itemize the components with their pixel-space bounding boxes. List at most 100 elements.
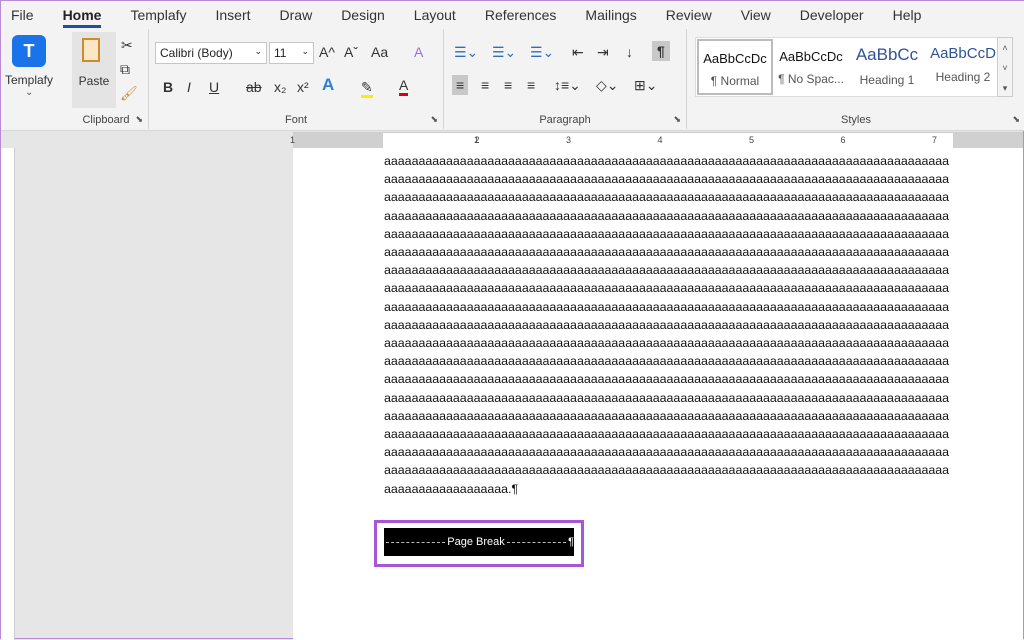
- ribbon: T Templafy ⌄ Paste ✂ ⧉ 🖌 Clipboard ⬊ Cal…: [1, 29, 1024, 131]
- bullets-icon[interactable]: ☰⌄: [454, 44, 478, 60]
- tab-layout[interactable]: Layout: [414, 7, 456, 23]
- decrease-indent-icon[interactable]: ⇤: [572, 44, 584, 60]
- shading-icon[interactable]: ◇⌄: [596, 77, 619, 93]
- style-item[interactable]: AaBbCcDc ¶ No Spac...: [773, 39, 849, 95]
- dialog-launcher-icon[interactable]: ⬊: [1012, 114, 1020, 125]
- tab-design[interactable]: Design: [341, 7, 385, 23]
- templafy-group[interactable]: T Templafy ⌄: [1, 29, 63, 129]
- bold-button[interactable]: B: [163, 79, 173, 95]
- increase-indent-icon[interactable]: ⇥: [597, 44, 609, 60]
- style-item[interactable]: AaBbCc Heading 1: [849, 39, 925, 95]
- clipboard-group: Paste ✂ ⧉ 🖌 Clipboard ⬊: [64, 29, 149, 129]
- font-size-dropdown[interactable]: 11 ⌄: [269, 42, 314, 64]
- tab-review[interactable]: Review: [666, 7, 712, 23]
- highlight-icon[interactable]: ✎: [361, 79, 373, 98]
- paragraph-mark: ¶: [568, 536, 574, 548]
- paragraph-group-label: Paragraph: [539, 114, 591, 126]
- align-center-icon[interactable]: ≡: [481, 77, 489, 93]
- text-line: aaaaaaaaaaaaaaaaaaaaaaaaaaaaaaaaaaaaaaaa…: [384, 172, 950, 187]
- styles-group: AaBbCcDc ¶ Normal AaBbCcDc ¶ No Spac... AaBb…: [687, 29, 1024, 129]
- justify-icon[interactable]: ≡: [527, 77, 535, 93]
- font-size-value: 11: [274, 46, 287, 60]
- clear-formatting-icon[interactable]: A: [414, 44, 423, 60]
- menu-bar: File Home Templafy Insert Draw Design Layout Re…: [1, 1, 1024, 29]
- text-line: aaaaaaaaaaaaaaaaaaaaaaaaaaaaaaaaaaaaaaaa…: [384, 317, 950, 332]
- style-item[interactable]: AaBbCcD Heading 2: [925, 39, 1001, 95]
- paste-button[interactable]: Paste: [72, 32, 116, 108]
- tab-mailings[interactable]: Mailings: [585, 7, 636, 23]
- line-spacing-icon[interactable]: ↕≡⌄: [554, 77, 581, 93]
- text-line: aaaaaaaaaaaaaaaaaaaaaaaaaaaaaaaaaaaaaaaa…: [384, 299, 950, 314]
- page-break-label: Page Break: [447, 536, 505, 548]
- tab-view[interactable]: View: [741, 7, 771, 23]
- italic-button[interactable]: I: [187, 79, 191, 95]
- text-line: aaaaaaaaaaaaaaaaaaaaaaaaaaaaaaaaaaaaaaaa…: [384, 463, 950, 478]
- document-text[interactable]: aaaaaaaaaaaaaaaaaaaaaaaaaaaaaaaaaaaaaaaa…: [384, 152, 949, 498]
- show-formatting-button[interactable]: ¶: [652, 41, 670, 61]
- text-line: aaaaaaaaaaaaaaaaaaaaaaaaaaaaaaaaaaaaaaaa…: [384, 372, 950, 387]
- style-preview: AaBbCcDc: [703, 51, 767, 66]
- change-case-icon[interactable]: Aa: [371, 44, 388, 60]
- text-effects-icon[interactable]: A: [322, 76, 334, 93]
- strikethrough-button[interactable]: ab: [246, 79, 262, 95]
- paragraph-group: ☰⌄ ☰⌄ ☰⌄ ⇤ ⇥ ↓ ¶ ≡ ≡ ≡ ≡ ↕≡⌄ ◇⌄ ⊞⌄ Parag…: [444, 29, 687, 129]
- font-color-icon[interactable]: A: [399, 77, 409, 96]
- horizontal-ruler[interactable]: 11234567: [290, 132, 1023, 148]
- dialog-launcher-icon[interactable]: ⬊: [430, 114, 438, 125]
- grow-font-icon[interactable]: A^: [319, 44, 335, 60]
- copy-icon[interactable]: ⧉: [120, 61, 130, 77]
- ruler-label: 5: [749, 135, 755, 145]
- text-line: aaaaaaaaaaaaaaaaaaaaaaaaaaaaaaaaaaaaaaaa…: [384, 427, 950, 442]
- align-right-icon[interactable]: ≡: [504, 77, 512, 93]
- tab-templafy[interactable]: Templafy: [130, 7, 186, 23]
- document-page[interactable]: aaaaaaaaaaaaaaaaaaaaaaaaaaaaaaaaaaaaaaaa…: [293, 148, 1023, 640]
- format-painter-icon[interactable]: 🖌: [120, 85, 138, 101]
- subscript-button[interactable]: x₂: [274, 79, 286, 95]
- tab-references[interactable]: References: [485, 7, 557, 23]
- multilevel-list-icon[interactable]: ☰⌄: [530, 44, 554, 60]
- tab-developer[interactable]: Developer: [800, 7, 864, 23]
- tab-draw[interactable]: Draw: [280, 7, 313, 23]
- text-line: aaaaaaaaaaaaaaaaaaaaaaaaaaaaaaaaaaaaaaaa…: [384, 208, 950, 223]
- shrink-font-icon[interactable]: Aˇ: [344, 44, 358, 60]
- templafy-logo-icon: T: [12, 35, 46, 67]
- ruler-label: 7: [932, 135, 938, 145]
- text-line: aaaaaaaaaaaaaaaaaaaaaaaaaaaaaaaaaaaaaaaa…: [384, 263, 950, 278]
- page-break-highlight: Page Break ¶: [374, 520, 584, 567]
- align-left-icon[interactable]: ≡: [452, 75, 469, 95]
- dialog-launcher-icon[interactable]: ⬊: [673, 114, 681, 125]
- tab-home[interactable]: Home: [62, 7, 101, 28]
- text-line: aaaaaaaaaaaaaaaaaaaaaaaaaaaaaaaaaaaaaaaa…: [384, 190, 950, 205]
- style-preview: AaBbCcDc: [779, 49, 843, 64]
- style-preview: AaBbCc: [855, 45, 919, 64]
- font-name-dropdown[interactable]: Calibri (Body) ⌄: [155, 42, 267, 64]
- dialog-launcher-icon[interactable]: ⬊: [135, 114, 143, 125]
- text-line: aaaaaaaaaaaaaaaaaaaaaaaaaaaaaaaaaaaaaaaa…: [384, 336, 950, 351]
- chevron-down-icon: ⌄: [25, 87, 34, 98]
- numbering-icon[interactable]: ☰⌄: [492, 44, 516, 60]
- borders-icon[interactable]: ⊞⌄: [634, 77, 657, 93]
- tab-help[interactable]: Help: [893, 7, 922, 23]
- templafy-label: Templafy: [4, 73, 54, 87]
- tab-file[interactable]: File: [11, 7, 34, 23]
- style-name: ¶ Normal: [710, 74, 760, 88]
- cut-icon[interactable]: ✂: [121, 37, 133, 53]
- ruler-label: 2: [474, 135, 480, 145]
- ruler-label: 4: [657, 135, 663, 145]
- superscript-button[interactable]: x²: [297, 79, 309, 95]
- ruler-label: 1: [290, 135, 296, 145]
- style-name: Heading 1: [859, 73, 915, 87]
- underline-button[interactable]: U: [209, 79, 219, 95]
- tab-insert[interactable]: Insert: [216, 7, 251, 23]
- ruler-label: 3: [566, 135, 572, 145]
- styles-scroll[interactable]: ˄ ˅ ▾: [997, 37, 1013, 97]
- font-name-value: Calibri (Body): [160, 46, 233, 60]
- vertical-ruler[interactable]: [1, 148, 15, 640]
- page-break[interactable]: Page Break ¶: [384, 528, 574, 556]
- sort-icon[interactable]: ↓: [626, 44, 633, 60]
- text-line: aaaaaaaaaaaaaaaaaaaaaaaaaaaaaaaaaaaaaaaa…: [384, 154, 950, 168]
- paste-label: Paste: [78, 74, 110, 88]
- text-line: aaaaaaaaaaaaaaaaaaaaaaaaaaaaaaaaaaaaaaaa…: [384, 390, 950, 405]
- text-line: aaaaaaaaaaaaaaaaaaaaaaaaaaaaaaaaaaaaaaaa…: [384, 354, 950, 369]
- style-item[interactable]: AaBbCcDc ¶ Normal: [697, 39, 773, 95]
